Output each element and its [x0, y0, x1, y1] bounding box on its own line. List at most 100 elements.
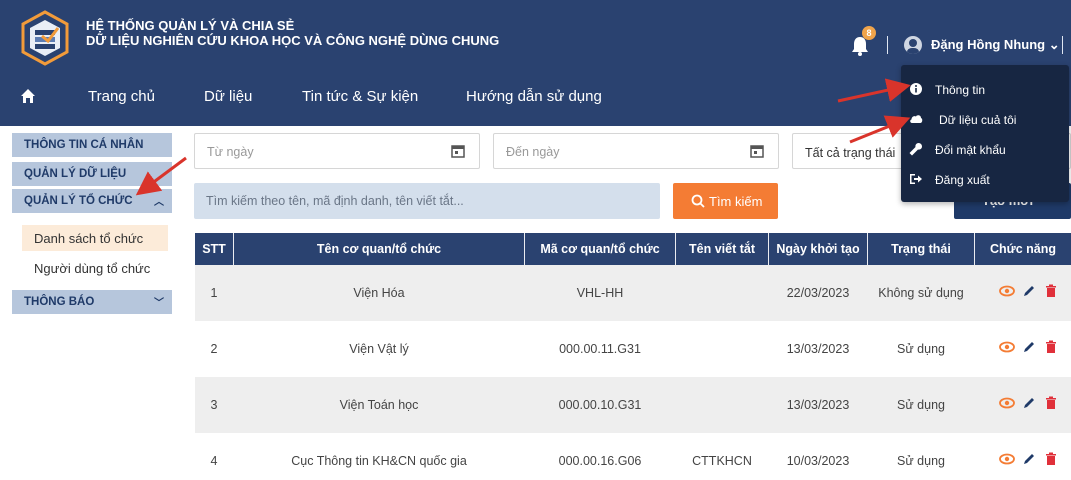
- from-date-field[interactable]: Từ ngày: [194, 133, 480, 169]
- cell-code: VHL-HH: [576, 286, 624, 300]
- logo-icon[interactable]: [20, 10, 70, 66]
- nav-home[interactable]: Trang chủ: [88, 88, 155, 105]
- menu-item-change-password[interactable]: Đổi mật khẩu: [901, 135, 1069, 163]
- menu-item-label: Thông tin: [935, 83, 986, 97]
- cell-created-date: 13/03/2023: [786, 342, 850, 356]
- sidebar-group-label: THÔNG BÁO: [24, 296, 95, 308]
- cell-status: Không sử dụng: [878, 286, 964, 300]
- sidebar-item-label: Người dùng tổ chức: [34, 261, 151, 276]
- cell-code: 000.00.11.G31: [559, 342, 641, 356]
- sidebar-item-organization-list[interactable]: Danh sách tổ chức: [22, 225, 168, 251]
- row-actions: [975, 377, 1071, 433]
- col-header-created-date: Ngày khởi tạo: [776, 242, 860, 256]
- cell-code: 000.00.10.G31: [558, 398, 642, 412]
- row-actions: [975, 321, 1071, 377]
- table-row: 3 Viện Toán học 000.00.10.G31 13/03/2023…: [195, 377, 1071, 433]
- header-divider: [887, 36, 888, 54]
- col-header-status: Trạng thái: [891, 242, 951, 256]
- delete-icon[interactable]: [1043, 395, 1059, 411]
- to-date-placeholder: Đến ngày: [506, 145, 560, 159]
- sidebar-group-notifications[interactable]: THÔNG BÁO ﹀: [12, 290, 172, 314]
- col-header-short-name: Tên viết tắt: [689, 242, 755, 256]
- col-header-name: Tên cơ quan/tổ chức: [316, 242, 442, 256]
- cell-short-name: [676, 321, 768, 342]
- sidebar-group-label: QUẢN LÝ TỔ CHỨC: [24, 195, 133, 207]
- cell-status: Sử dụng: [897, 454, 945, 468]
- table-row: 1 Viện Hóa VHL-HH 22/03/2023 Không sử dụ…: [195, 265, 1071, 321]
- cell-stt: 1: [210, 286, 218, 300]
- cell-name: Cục Thông tin KH&CN quốc gia: [291, 454, 467, 468]
- user-menu-toggle[interactable]: Đặng Hồng Nhung ⌄: [931, 37, 1060, 53]
- table-row: 4 Cục Thông tin KH&CN quốc gia 000.00.16…: [195, 433, 1071, 480]
- nav-guide[interactable]: Hướng dẫn sử dụng: [466, 88, 602, 105]
- row-actions: [975, 265, 1071, 321]
- sidebar-group-label: THÔNG TIN CÁ NHÂN: [24, 139, 144, 151]
- home-icon[interactable]: [20, 88, 36, 104]
- delete-icon[interactable]: [1043, 339, 1059, 355]
- edit-icon[interactable]: [1021, 451, 1037, 467]
- info-icon: [910, 83, 922, 95]
- sidebar-item-organization-users[interactable]: Người dùng tổ chức: [22, 255, 168, 281]
- cell-status: Sử dụng: [897, 342, 945, 356]
- sidebar: THÔNG TIN CÁ NHÂN QUẢN LÝ DỮ LIỆU QUẢN L…: [0, 126, 190, 480]
- cell-stt: 2: [210, 342, 218, 356]
- cell-status: Sử dụng: [897, 398, 945, 412]
- menu-item-label: Đổi mật khẩu: [935, 143, 1006, 157]
- cell-name: Viện Vật lý: [349, 342, 409, 356]
- search-input[interactable]: Tìm kiếm theo tên, mã định danh, tên viế…: [194, 183, 660, 219]
- sidebar-group-personal-info[interactable]: THÔNG TIN CÁ NHÂN: [12, 133, 172, 157]
- menu-item-logout[interactable]: Đăng xuất: [901, 165, 1069, 193]
- cell-short-name: CTTKHCN: [692, 454, 752, 468]
- delete-icon[interactable]: [1043, 283, 1059, 299]
- sidebar-item-label: Danh sách tổ chức: [34, 231, 144, 246]
- cell-code: 000.00.16.G06: [558, 454, 642, 468]
- calendar-icon[interactable]: [750, 144, 764, 158]
- edit-icon[interactable]: [1021, 283, 1037, 299]
- to-date-field[interactable]: Đến ngày: [493, 133, 779, 169]
- cell-created-date: 10/03/2023: [786, 454, 850, 468]
- menu-item-label: Dữ liệu cuả tôi: [939, 113, 1017, 127]
- cell-short-name: [676, 265, 768, 286]
- user-avatar-icon: [907, 39, 919, 54]
- cell-created-date: 22/03/2023: [786, 286, 850, 300]
- cell-short-name: [676, 377, 768, 398]
- user-dropdown-menu: Thông tin Dữ liệu cuả tôi Đổi mật khẩu Đ…: [901, 65, 1069, 202]
- view-icon[interactable]: [999, 283, 1015, 299]
- search-button[interactable]: Tìm kiếm: [673, 183, 778, 219]
- row-actions: [975, 433, 1071, 480]
- view-icon[interactable]: [999, 395, 1015, 411]
- cell-created-date: 13/03/2023: [786, 398, 850, 412]
- avatar[interactable]: [904, 36, 922, 54]
- menu-item-profile[interactable]: Thông tin: [901, 75, 1069, 103]
- table-header: STT Tên cơ quan/tổ chức Mã cơ quan/tổ ch…: [195, 233, 1071, 265]
- logout-icon: [910, 174, 922, 184]
- nav-data[interactable]: Dữ liệu: [204, 88, 252, 105]
- header-divider: [1062, 36, 1063, 54]
- nav-news[interactable]: Tin tức & Sự kiện: [302, 88, 418, 105]
- col-header-stt: STT: [202, 242, 226, 256]
- search-button-label: Tìm kiếm: [709, 194, 763, 209]
- cell-stt: 4: [210, 454, 218, 468]
- app-title-line2: DỮ LIỆU NGHIÊN CỨU KHOA HỌC VÀ CÔNG NGHỆ…: [86, 33, 500, 48]
- search-icon: [691, 194, 705, 208]
- edit-icon[interactable]: [1021, 339, 1037, 355]
- from-date-placeholder: Từ ngày: [207, 145, 254, 159]
- cell-name: Viện Toán học: [339, 398, 419, 412]
- edit-icon[interactable]: [1021, 395, 1037, 411]
- delete-icon[interactable]: [1043, 451, 1059, 467]
- sidebar-group-organization-management[interactable]: QUẢN LÝ TỔ CHỨC ︿: [12, 189, 172, 213]
- calendar-icon[interactable]: [451, 144, 465, 158]
- table-row: 2 Viện Vật lý 000.00.11.G31 13/03/2023 S…: [195, 321, 1071, 377]
- view-icon[interactable]: [999, 451, 1015, 467]
- view-icon[interactable]: [999, 339, 1015, 355]
- col-header-code: Mã cơ quan/tổ chức: [540, 242, 660, 256]
- menu-item-label: Đăng xuất: [935, 173, 990, 187]
- sidebar-group-label: QUẢN LÝ DỮ LIỆU: [24, 168, 127, 180]
- chevron-down-icon: ﹀: [154, 298, 164, 309]
- cloud-icon: [910, 115, 923, 123]
- status-select-value: Tất cả trạng thái: [805, 146, 896, 160]
- sidebar-group-data-management[interactable]: QUẢN LÝ DỮ LIỆU: [12, 162, 172, 186]
- menu-item-my-data[interactable]: Dữ liệu cuả tôi: [901, 105, 1069, 133]
- cell-name: Viện Hóa: [353, 286, 405, 300]
- chevron-up-icon: ︿: [154, 197, 164, 208]
